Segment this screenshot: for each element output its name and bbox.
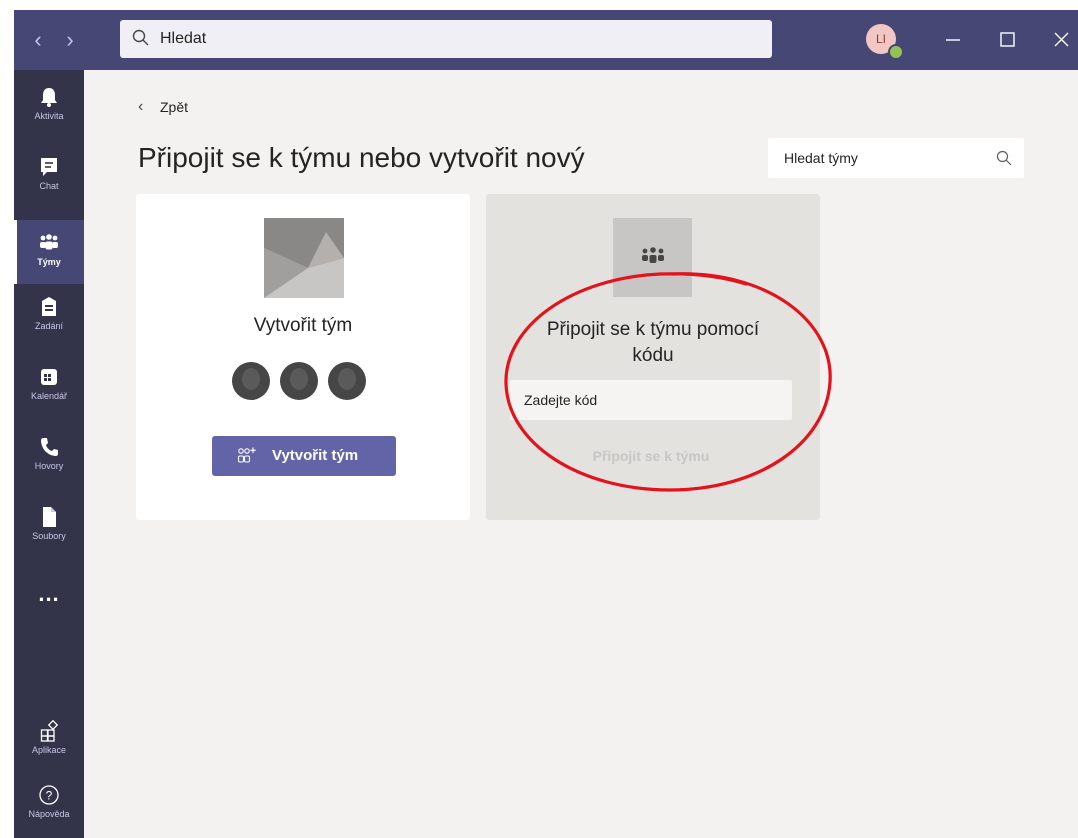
page-title: Připojit se k týmu nebo vytvořit nový (138, 142, 585, 173)
svg-text:?: ? (46, 789, 53, 803)
rail-label: Týmy (37, 257, 61, 267)
rail-label: Hovory (34, 461, 64, 471)
teams-window: ‹ › Hledat LI Aktivita Chat Týmy Zadání … (14, 10, 1078, 838)
help-icon: ? (39, 785, 59, 805)
team-code-input[interactable] (510, 380, 792, 420)
member-avatar (232, 362, 270, 400)
teams-icon (40, 234, 58, 250)
bell-icon (41, 88, 57, 107)
back-label: Zpět (160, 99, 189, 115)
create-team-title: Vytvořit tým (253, 315, 353, 336)
join-team-card: Připojit se k týmu pomocí kódu Připojit … (486, 194, 820, 520)
minimize-icon[interactable] (940, 28, 966, 52)
global-search-box[interactable]: Hledat (120, 20, 772, 58)
rail-label: Zadání (34, 321, 64, 331)
join-team-button[interactable]: Připojit se k týmu (510, 440, 792, 472)
team-search-placeholder: Hledat týmy (784, 150, 858, 166)
add-team-icon (237, 447, 256, 463)
join-team-title-line2: kódu (632, 345, 674, 366)
rail-item-more[interactable]: ... (14, 582, 84, 612)
presence-available-icon (888, 44, 904, 60)
create-team-button-label: Vytvořit tým (272, 447, 359, 464)
rail-item-zadani[interactable]: Zadání (14, 296, 84, 360)
assignments-icon (42, 297, 56, 316)
rail-label: Soubory (32, 531, 66, 541)
team-search-box[interactable]: Hledat týmy (768, 138, 1024, 178)
search-icon (132, 29, 149, 46)
nav-forward-arrow-icon[interactable]: › (60, 28, 80, 52)
apps-icon (40, 720, 59, 742)
teams-icon (642, 247, 664, 263)
create-team-card: Vytvořit tým Vytvořit tým (136, 194, 470, 520)
image-placeholder-icon (264, 218, 344, 298)
global-search-text: Hledat (160, 30, 207, 47)
search-icon (996, 150, 1012, 166)
rail-label: Aktivita (34, 111, 64, 121)
rail-item-aktivita[interactable]: Aktivita (14, 86, 84, 150)
chat-icon (41, 158, 57, 176)
rail-item-kalendar[interactable]: Kalendář (14, 366, 84, 430)
team-placeholder-image (613, 218, 692, 297)
rail-label: Aplikace (31, 745, 67, 755)
rail-item-tymy[interactable]: Týmy (14, 220, 84, 284)
rail-label: Nápověda (28, 809, 70, 819)
rail-item-aplikace[interactable]: Aplikace (14, 720, 84, 784)
title-bar: ‹ › Hledat LI (14, 10, 1078, 70)
more-icon: ... (38, 581, 60, 606)
rail-item-soubory[interactable]: Soubory (14, 506, 84, 570)
member-avatar (328, 362, 366, 400)
rail-item-hovory[interactable]: Hovory (14, 436, 84, 500)
phone-icon (41, 438, 58, 456)
join-team-title-line1: Připojit se k týmu pomocí (546, 319, 760, 340)
file-icon (43, 507, 56, 527)
rail-item-napoveda[interactable]: ? Nápověda (14, 784, 84, 838)
close-icon[interactable] (1048, 28, 1074, 52)
maximize-icon[interactable] (994, 28, 1020, 52)
create-team-button[interactable]: Vytvořit tým (212, 436, 396, 476)
rail-label: Chat (39, 181, 59, 191)
nav-back-arrow-icon[interactable]: ‹ (28, 28, 48, 52)
chevron-left-icon: ‹ (138, 98, 144, 115)
calendar-icon (41, 369, 57, 385)
rail-label: Kalendář (30, 391, 68, 401)
member-avatar (280, 362, 318, 400)
rail-item-chat[interactable]: Chat (14, 156, 84, 220)
app-rail: Aktivita Chat Týmy Zadání Kalendář Hovor… (14, 70, 84, 838)
